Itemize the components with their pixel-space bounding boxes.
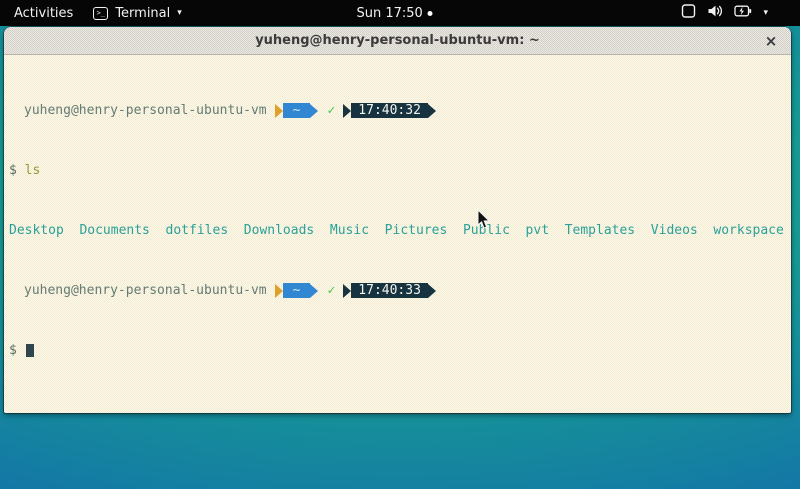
command-line-2: $ — [9, 343, 791, 358]
window-title: yuheng@henry-personal-ubuntu-vm: ~ — [255, 33, 540, 48]
prompt-user-host: yuheng@henry-personal-ubuntu-vm — [9, 103, 267, 118]
status-check-icon: ✓ — [327, 283, 335, 298]
ls-output-line: Desktop Documents dotfiles Downloads Mus… — [9, 223, 791, 238]
window-titlebar[interactable]: yuheng@henry-personal-ubuntu-vm: ~ × — [4, 27, 791, 55]
spacer — [17, 343, 25, 358]
prompt-user-host: yuheng@henry-personal-ubuntu-vm — [9, 283, 267, 298]
chevron-down-icon: ▾ — [177, 9, 182, 18]
close-icon[interactable]: × — [761, 31, 781, 51]
powerline-arrow-icon — [310, 284, 318, 298]
prompt-line-1: yuheng@henry-personal-ubuntu-vm ~ ✓ 17:4… — [9, 103, 791, 118]
status-check-icon: ✓ — [327, 103, 335, 118]
terminal-app-icon: >_ — [93, 7, 108, 20]
terminal-window: yuheng@henry-personal-ubuntu-vm: ~ × yuh… — [4, 27, 791, 413]
terminal-cursor — [26, 344, 34, 357]
clock-menu[interactable]: Sun 17:50 — [356, 0, 432, 26]
typed-command: ls — [25, 163, 41, 178]
activities-button[interactable]: Activities — [10, 6, 77, 21]
powerline-arrow-icon — [343, 104, 351, 118]
prompt-symbol: $ — [9, 163, 17, 178]
prompt-path-segment: ~ — [283, 283, 311, 298]
top-bar: Activities >_ Terminal ▾ Sun 17:50 ▾ — [0, 0, 800, 26]
notification-dot-icon — [428, 11, 433, 16]
prompt-path-segment: ~ — [283, 103, 311, 118]
prompt-time-segment: 17:40:33 — [351, 283, 428, 298]
prompt-line-2: yuheng@henry-personal-ubuntu-vm ~ ✓ 17:4… — [9, 283, 791, 298]
prompt-time-segment: 17:40:32 — [351, 103, 428, 118]
command-line-1: $ ls — [9, 163, 791, 178]
powerline-arrow-icon — [275, 104, 283, 118]
display-icon — [681, 4, 696, 22]
battery-charging-icon — [734, 5, 752, 21]
terminal-content[interactable]: yuheng@henry-personal-ubuntu-vm ~ ✓ 17:4… — [4, 55, 791, 413]
app-menu-label: Terminal — [115, 6, 170, 21]
volume-icon — [707, 4, 723, 22]
top-bar-left: Activities >_ Terminal ▾ — [0, 6, 182, 21]
system-status-menu[interactable]: ▾ — [681, 0, 800, 26]
clock-label: Sun 17:50 — [356, 6, 422, 21]
chevron-down-icon: ▾ — [763, 9, 768, 18]
prompt-symbol: $ — [9, 343, 17, 358]
powerline-arrow-icon — [428, 284, 436, 298]
powerline-arrow-icon — [275, 284, 283, 298]
app-menu[interactable]: >_ Terminal ▾ — [93, 6, 181, 21]
powerline-arrow-icon — [343, 284, 351, 298]
powerline-arrow-icon — [310, 104, 318, 118]
spacer — [17, 163, 25, 178]
powerline-arrow-icon — [428, 104, 436, 118]
